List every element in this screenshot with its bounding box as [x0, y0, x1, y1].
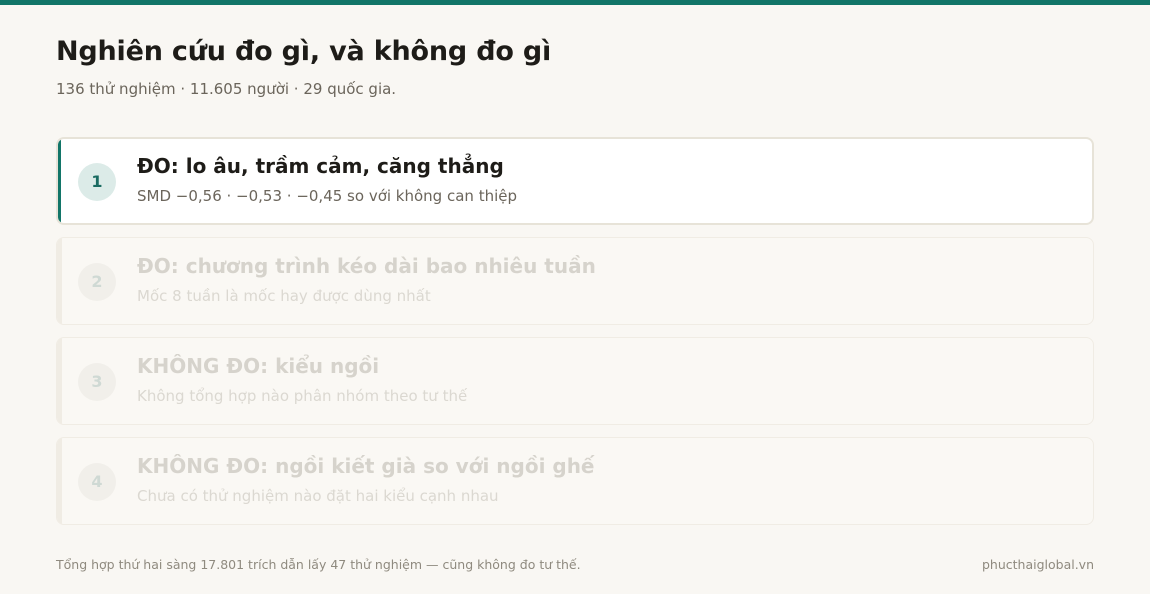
step-number-badge: 1: [78, 163, 116, 201]
step-subtitle: Chưa có thử nghiệm nào đặt hai kiểu cạnh…: [137, 487, 499, 505]
step-card-1[interactable]: 1 ĐO: lo âu, trầm cảm, căng thẳng SMD −0…: [56, 137, 1094, 225]
step-number-badge: 3: [78, 363, 116, 401]
step-subtitle: Không tổng hợp nào phân nhóm theo tư thế: [137, 387, 468, 405]
step-card-3[interactable]: 3 KHÔNG ĐO: kiểu ngồi Không tổng hợp nào…: [56, 337, 1094, 425]
step-number-badge: 4: [78, 463, 116, 501]
top-accent-bar: [0, 0, 1150, 5]
page-title: Nghiên cứu đo gì, và không đo gì: [56, 36, 552, 67]
footer-note: Tổng hợp thứ hai sàng 17.801 trích dẫn l…: [56, 557, 581, 572]
footer-site-link[interactable]: phucthaiglobal.vn: [982, 557, 1094, 572]
step-title: ĐO: lo âu, trầm cảm, căng thẳng: [137, 154, 504, 178]
step-title: KHÔNG ĐO: kiểu ngồi: [137, 354, 380, 378]
step-subtitle: SMD −0,56 · −0,53 · −0,45 so với không c…: [137, 187, 517, 205]
step-card-2[interactable]: 2 ĐO: chương trình kéo dài bao nhiêu tuầ…: [56, 237, 1094, 325]
step-title: KHÔNG ĐO: ngồi kiết già so với ngồi ghế: [137, 454, 595, 478]
step-number-badge: 2: [78, 263, 116, 301]
page-subtitle: 136 thử nghiệm · 11.605 người · 29 quốc …: [56, 80, 397, 98]
step-title: ĐO: chương trình kéo dài bao nhiêu tuần: [137, 254, 596, 278]
step-subtitle: Mốc 8 tuần là mốc hay được dùng nhất: [137, 287, 431, 305]
step-card-4[interactable]: 4 KHÔNG ĐO: ngồi kiết già so với ngồi gh…: [56, 437, 1094, 525]
